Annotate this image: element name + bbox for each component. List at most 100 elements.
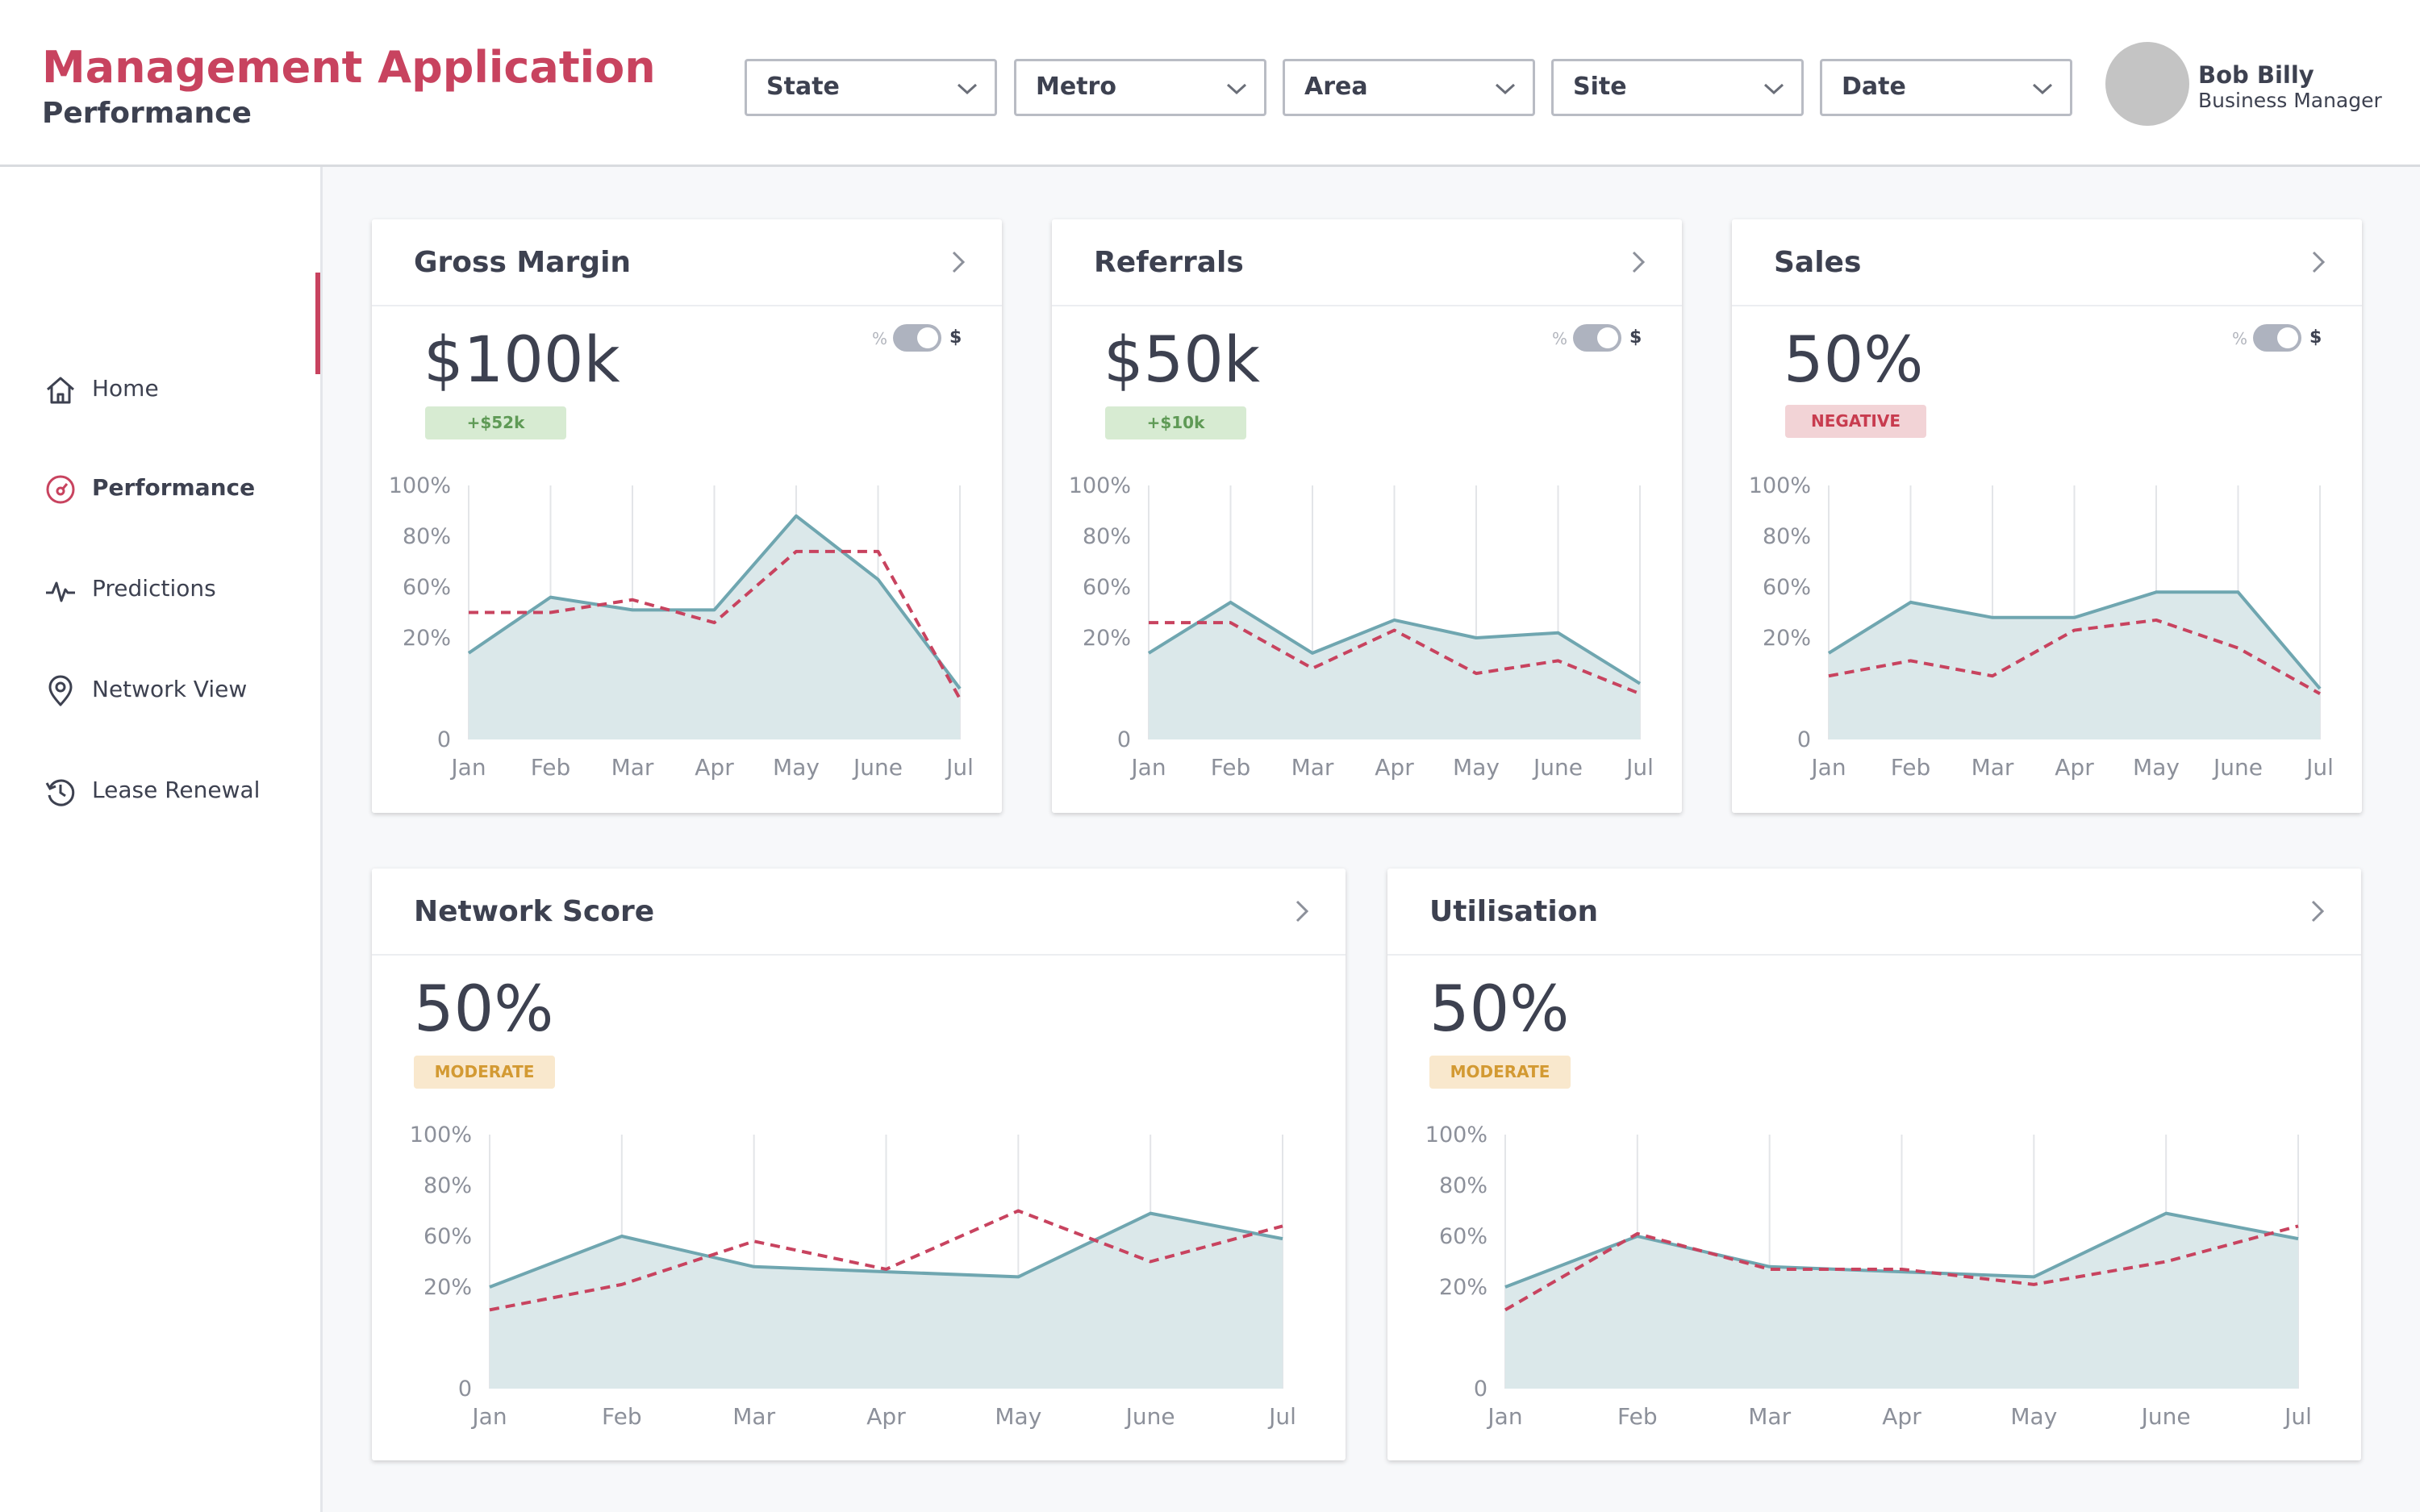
x-tick-label: Feb [602,1403,642,1430]
x-tick-label: May [1453,754,1500,781]
sidebar-item-performance[interactable]: Performance [0,453,320,526]
y-tick-label: 100% [1749,473,1811,498]
toggle-knob [1597,327,1618,348]
user-name: Bob Billy [2198,61,2314,89]
x-tick-label: Apr [1375,754,1414,781]
site-dropdown-label: Site [1573,73,1627,101]
y-tick-label: 20% [403,626,451,651]
toggle-dollar-label: $ [2309,327,2322,348]
toggle-track [1573,324,1621,352]
x-tick-label: Apr [866,1403,906,1430]
chevron-down-icon [1495,83,1516,95]
toggle-dollar-label: $ [949,327,962,348]
gross-margin-chart: 100% 80% 60% 20% 0Jan Feb Mar Apr May June Jul [389,473,974,781]
sidebar-item-label: Home [92,375,159,402]
y-tick-label: 0 [1117,727,1131,752]
x-tick-label: Jul [945,754,974,781]
y-tick-label: 100% [389,473,451,498]
status-badge: +$10k [1105,406,1246,439]
card-title: Network Score [414,895,655,928]
area-dropdown[interactable]: Area [1283,59,1535,116]
sidebar-item-home[interactable]: Home [0,354,320,427]
y-tick-label: 100% [1425,1123,1487,1148]
y-tick-label: 0 [1474,1377,1487,1402]
y-tick-label: 60% [403,575,451,600]
status-badge: NEGATIVE [1785,405,1926,438]
x-tick-label: Apr [1882,1403,1921,1430]
sidebar-item-network-view[interactable]: Network View [0,655,320,727]
toggle-percent-label: % [1552,329,1568,348]
card-title: Referrals [1094,246,1244,279]
y-tick-label: 80% [424,1173,472,1198]
y-tick-label: 60% [1763,575,1811,600]
chevron-right-icon[interactable] [2306,898,2329,925]
chevron-down-icon [1763,83,1784,95]
gross-margin-card: Gross Margin $100k % $ +$52k 100% 80% 60% 2… [372,219,1002,813]
toggle-track [893,324,941,352]
x-tick-label: Jul [2283,1403,2312,1430]
card-title: Utilisation [1429,895,1599,928]
status-badge: MODERATE [414,1056,555,1089]
avatar[interactable] [2105,42,2189,126]
x-tick-label: June [2212,754,2263,781]
sidebar-item-lease-renewal[interactable]: Lease Renewal [0,756,320,828]
x-tick-label: Apr [2055,754,2094,781]
toggle-knob [2277,327,2298,348]
card-value: 50% [1784,324,1924,397]
x-tick-label: June [852,754,903,781]
x-tick-label: May [995,1403,1041,1430]
y-tick-label: 20% [1763,626,1811,651]
date-dropdown-label: Date [1842,73,1906,101]
x-tick-label: Jan [1486,1403,1522,1430]
referrals-chart: 100% 80% 60% 20% 0Jan Feb Mar Apr May June Jul [1069,473,1654,781]
chevron-right-icon[interactable] [1291,898,1313,925]
chevron-down-icon [1226,83,1247,95]
x-tick-label: Feb [1891,754,1931,781]
unit-toggle[interactable]: % $ [872,323,967,355]
active-indicator [315,273,320,374]
metro-dropdown-label: Metro [1036,73,1116,101]
state-dropdown[interactable]: State [745,59,997,116]
x-tick-label: Mar [1291,754,1334,781]
top-header: Management Application Performance State… [0,0,2420,167]
chevron-right-icon[interactable] [947,248,970,276]
card-value: $50k [1104,324,1261,397]
chevron-right-icon[interactable] [1627,248,1650,276]
x-tick-label: Mar [732,1403,775,1430]
x-tick-label: Feb [531,754,571,781]
sidebar-item-label: Predictions [92,575,216,602]
card-title: Sales [1774,246,1862,279]
x-tick-label: Feb [1617,1403,1658,1430]
x-tick-label: May [2010,1403,2057,1430]
metro-dropdown[interactable]: Metro [1014,59,1266,116]
unit-toggle[interactable]: % $ [1552,323,1647,355]
history-icon [45,779,75,806]
y-tick-label: 0 [458,1377,472,1402]
x-tick-label: Jul [1267,1403,1296,1430]
sidebar-item-predictions[interactable]: Predictions [0,554,320,627]
card-value: $100k [424,324,620,397]
home-icon [47,377,74,404]
card-header: Gross Margin [372,219,1002,306]
x-tick-label: May [2133,754,2180,781]
x-tick-label: June [1532,754,1583,781]
x-tick-label: Jan [1809,754,1846,781]
y-tick-label: 100% [410,1123,472,1148]
card-value: 50% [414,973,554,1046]
date-dropdown[interactable]: Date [1820,59,2072,116]
utilisation-card: Utilisation 50% MODERATE 100% 80% 60% 20% 0 J… [1387,868,2361,1460]
chevron-right-icon[interactable] [2307,248,2330,276]
gauge-icon [46,475,75,504]
sales-card: Sales 50% % $ NEGATIVE 100% 80% 60% 20% 0 Jan… [1732,219,2362,813]
site-dropdown[interactable]: Site [1551,59,1804,116]
y-tick-label: 20% [424,1275,472,1300]
status-badge: +$52k [425,406,566,439]
sales-chart: 100% 80% 60% 20% 0Jan Feb Mar Apr May June Jul [1749,473,2334,781]
pulse-icon [46,581,75,602]
x-tick-label: Jul [2305,754,2334,781]
y-tick-label: 60% [1083,575,1131,600]
unit-toggle[interactable]: % $ [2232,323,2327,355]
y-tick-label: 20% [1439,1275,1487,1300]
card-header: Network Score [372,868,1346,956]
app-title: Management Application [42,42,656,93]
